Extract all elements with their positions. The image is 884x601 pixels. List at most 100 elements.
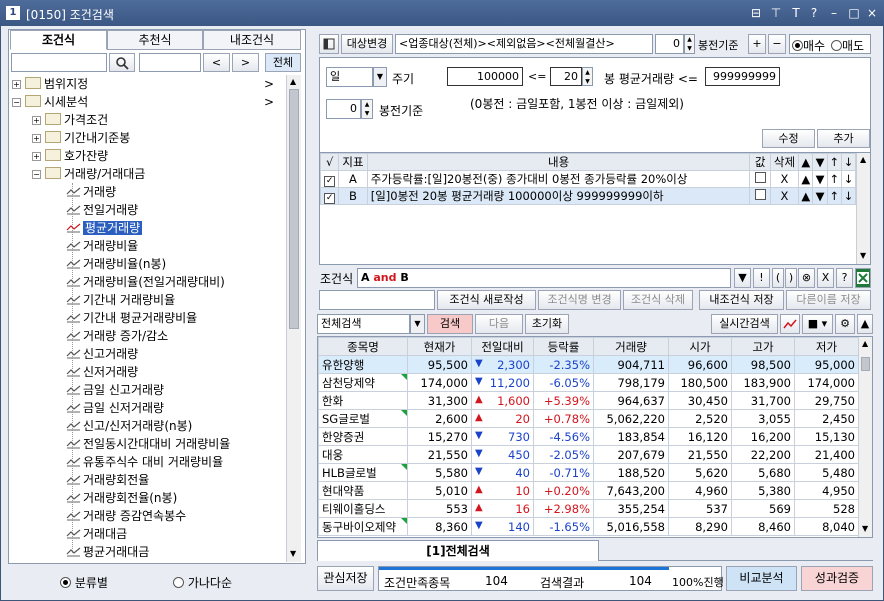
condition-move-bottom[interactable]: ↓	[840, 187, 857, 205]
pin-icon[interactable]: ⊤	[768, 5, 784, 21]
tree-scrollbar[interactable]: ▲ ▼	[286, 75, 301, 562]
result-row[interactable]: 한화 31,300 ▲ 1,600 +5.39% 964,637 30,450 31,700 2…	[318, 391, 859, 410]
tree-item[interactable]: 거래량회전율	[66, 471, 149, 489]
reset-button[interactable]: 초기화	[525, 314, 569, 334]
close-icon[interactable]: ×	[864, 5, 880, 21]
watch-save-button[interactable]: 관심저장	[317, 566, 374, 591]
search-scope-dropdown-icon[interactable]: ▼	[410, 314, 425, 334]
maximize-icon[interactable]: □	[846, 5, 862, 21]
condition-content[interactable]: 주가등락률:[일]20봉전(중) 종가대비 0봉전 종가등락률 20%이상	[366, 170, 751, 188]
results-header-name[interactable]: 종목명	[318, 337, 408, 356]
font-icon[interactable]: T	[788, 5, 804, 21]
result-row[interactable]: 삼천당제약 174,000 ▼ 11,200 -6.05% 798,179 180,500 1…	[318, 373, 859, 392]
tree-item[interactable]: 거래량회전율(n봉)	[66, 489, 177, 507]
period-select[interactable]: 일	[326, 67, 373, 87]
tree-item[interactable]: + 기간내기준봉	[32, 129, 130, 147]
top-bong-spinner[interactable]: ▲ ▼	[684, 34, 695, 54]
minus-button[interactable]: −	[768, 34, 786, 54]
all-button[interactable]: 전체	[265, 53, 301, 72]
result-row[interactable]: 티웨이홀딩스 553 ▲ 16 +2.98% 355,254 537 569 528	[318, 499, 859, 518]
screen-icon-button[interactable]	[319, 34, 339, 54]
stock-name[interactable]: 동구바이오제약	[318, 517, 408, 536]
tree-item[interactable]: 거래량 증가/감소	[66, 327, 168, 345]
results-header-high[interactable]: 고가	[731, 337, 795, 356]
stock-name[interactable]: 한화	[318, 391, 408, 410]
condition-move-bottom[interactable]: ↓	[840, 170, 857, 188]
tree-scroll-thumb[interactable]	[289, 89, 299, 329]
cond-scroll-down-icon[interactable]: ▼	[860, 251, 866, 260]
condition-value-check[interactable]	[749, 187, 771, 205]
tree-item[interactable]: 거래량비율	[66, 237, 138, 255]
param-bong-spinner[interactable]: ▲ ▼	[361, 99, 373, 119]
formula-xor-button[interactable]: ⊗	[798, 268, 815, 288]
results-scroll-up-icon[interactable]: ▲	[862, 339, 868, 348]
minimize-icon[interactable]: –	[826, 5, 842, 21]
save-as-button[interactable]: 다른이름 저장	[786, 290, 871, 310]
verify-button[interactable]: 성과검증	[801, 566, 873, 591]
rename-condition-button[interactable]: 조건식명 변경	[538, 290, 621, 310]
result-row[interactable]: 유한양행 95,500 ▼ 2,300 -2.35% 904,711 96,600 98,50…	[318, 355, 859, 374]
n-bong-input[interactable]: 20	[550, 67, 582, 86]
list-menu-button[interactable]: ■ ▾	[802, 314, 833, 334]
collapse-icon[interactable]: −	[12, 98, 21, 107]
submenu-arrow-icon[interactable]: >	[264, 93, 274, 111]
tab-my-condition[interactable]: 내조건식	[203, 30, 301, 50]
result-row[interactable]: 대웅 21,550 ▼ 450 -2.05% 207,679 21,550 22,200 21,…	[318, 445, 859, 464]
buy-radio-dot[interactable]	[792, 40, 803, 51]
tree-item[interactable]: 거래량	[66, 183, 116, 201]
condition-check[interactable]: ✓	[319, 187, 340, 205]
tree-item[interactable]: 평균거래량	[66, 219, 143, 237]
condition-move-up[interactable]: ▲	[798, 187, 814, 205]
condition-move-top[interactable]: ↑	[826, 187, 842, 205]
submenu-arrow-icon[interactable]: >	[264, 75, 274, 93]
tab-all-search[interactable]: [1]전체검색	[317, 540, 599, 561]
chart-button[interactable]	[780, 314, 800, 334]
stock-name[interactable]: 현대약품	[318, 481, 408, 500]
settings-button[interactable]: ⚙	[835, 314, 855, 334]
condition-move-up[interactable]: ▲	[798, 170, 814, 188]
search-next-button[interactable]: 다음	[475, 314, 523, 334]
period-dropdown-icon[interactable]: ▼	[373, 67, 387, 87]
stock-name[interactable]: 대웅	[318, 445, 408, 464]
search-input-2[interactable]	[139, 53, 201, 72]
condition-row[interactable]: ✓ A 주가등락률:[일]20봉전(중) 종가대비 0봉전 종가등락률 20%이…	[319, 170, 857, 188]
search-run-button[interactable]: 검색	[427, 314, 473, 334]
stock-name[interactable]: SG글로벌	[318, 409, 408, 428]
result-row[interactable]: HLB글로벌 5,580 ▼ 40 -0.71% 188,520 5,620 5,680 5,4…	[318, 463, 859, 482]
tree-item[interactable]: 평균거래대금	[66, 543, 149, 561]
expand-icon[interactable]: +	[12, 80, 21, 89]
compare-button[interactable]: 비교분석	[726, 566, 797, 591]
search-scope-select[interactable]: 전체검색	[317, 314, 410, 334]
prev-button[interactable]: <	[203, 53, 230, 72]
target-change-button[interactable]: 대상변경	[341, 34, 393, 54]
formula-clear-button[interactable]: X	[817, 268, 834, 288]
tree-item[interactable]: 거래량비율(전일거래량대비)	[66, 273, 225, 291]
excel-button[interactable]	[855, 268, 871, 288]
condition-value-check[interactable]	[749, 170, 771, 188]
expand-icon[interactable]: +	[32, 134, 41, 143]
search-button[interactable]	[109, 53, 135, 72]
tree-item[interactable]: 신고/신저거래량(n봉)	[66, 417, 192, 435]
result-row[interactable]: 한양증권 15,270 ▼ 730 -4.56% 183,854 16,120 16,200 1…	[318, 427, 859, 446]
collapse-button[interactable]: ▲	[857, 314, 873, 334]
condition-check[interactable]: ✓	[319, 170, 340, 188]
condition-delete-button[interactable]: X	[769, 170, 800, 188]
condition-name-input[interactable]	[319, 290, 435, 310]
target-value-field[interactable]: <업종대상(전체)><제외없음><전체월결산>	[395, 34, 653, 54]
scroll-up-icon[interactable]: ▲	[290, 77, 296, 86]
condition-content[interactable]: [일]0봉전 20봉 평균거래량 100000이상 999999999이하	[366, 187, 751, 205]
results-header-open[interactable]: 시가	[668, 337, 732, 356]
stock-name[interactable]: HLB글로벌	[318, 463, 408, 482]
results-header-rate[interactable]: 등락률	[533, 337, 594, 356]
cond-scroll-up-icon[interactable]: ▲	[860, 155, 866, 164]
help-icon[interactable]: ?	[806, 5, 822, 21]
conditions-scrollbar[interactable]: ▲ ▼	[856, 153, 870, 264]
expand-icon[interactable]: +	[32, 116, 41, 125]
condition-move-top[interactable]: ↑	[826, 170, 842, 188]
n-bong-spinner[interactable]: ▲ ▼	[582, 67, 593, 86]
formula-close-paren-button[interactable]: )	[785, 268, 797, 288]
tree-item[interactable]: 금일 신저거래량	[66, 399, 164, 417]
scroll-down-icon[interactable]: ▼	[290, 549, 296, 558]
tree-item[interactable]: − 시세분석	[12, 93, 88, 111]
tree-item[interactable]: 신저거래량	[66, 363, 138, 381]
